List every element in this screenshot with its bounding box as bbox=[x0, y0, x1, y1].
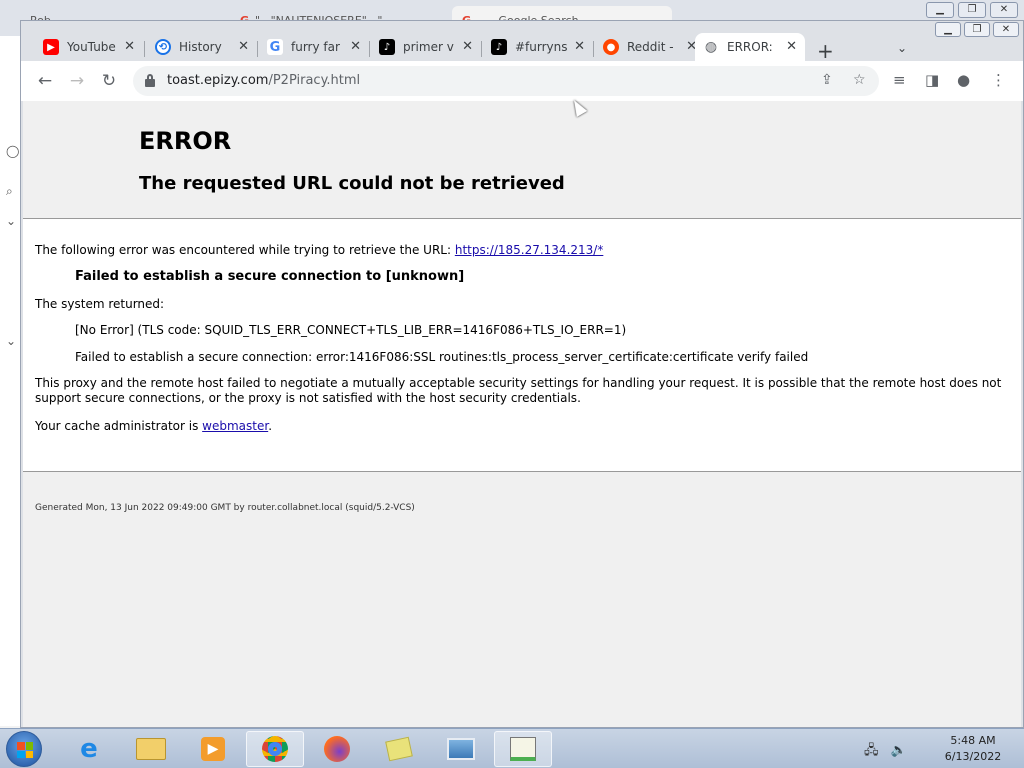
error-code: [No Error] (TLS code: SQUID_TLS_ERR_CONN… bbox=[75, 323, 627, 337]
tab-google-search[interactable]: G furry far ✕ bbox=[259, 33, 369, 61]
close-tab-icon[interactable]: ✕ bbox=[786, 39, 797, 54]
error-header: ERROR The requested URL could not be ret… bbox=[23, 101, 1021, 219]
tab-tiktok-primer[interactable]: ♪ primer v ✕ bbox=[371, 33, 481, 61]
close-tab-icon[interactable]: ✕ bbox=[238, 39, 249, 54]
paint-icon[interactable] bbox=[494, 731, 552, 767]
taskbar: e ▶ 🖧 🔈 5:48 AM 6/13/2022 bbox=[0, 728, 1024, 768]
reading-list-icon[interactable]: ≡ bbox=[893, 71, 906, 89]
page-title: ERROR bbox=[139, 127, 232, 155]
background-window-controls: ▁ ❐ ✕ bbox=[926, 2, 1018, 18]
google-icon: G bbox=[267, 39, 283, 55]
search-icon: ⌕ bbox=[6, 184, 13, 198]
tab-history[interactable]: ⟲ History ✕ bbox=[147, 33, 257, 61]
chrome-icon[interactable] bbox=[246, 731, 304, 767]
restore-button[interactable]: ❐ bbox=[958, 2, 986, 18]
globe-icon: ◍ bbox=[703, 39, 719, 55]
windows-logo-icon bbox=[17, 742, 33, 758]
system-returned-label: The system returned: bbox=[35, 297, 165, 311]
photo-viewer-icon[interactable] bbox=[432, 731, 490, 767]
bookmark-star-icon[interactable]: ☆ bbox=[853, 72, 866, 88]
page-footer: Generated Mon, 13 Jun 2022 09:49:00 GMT … bbox=[35, 503, 415, 513]
page-subtitle: The requested URL could not be retrieved bbox=[139, 173, 565, 194]
lock-icon bbox=[145, 74, 155, 87]
error-detail: Failed to establish a secure connection:… bbox=[75, 350, 809, 364]
browser-window: ▁ ❐ ✕ ▶ YouTube ✕ ⟲ History ✕ G furry fa… bbox=[20, 20, 1024, 728]
tab-youtube[interactable]: ▶ YouTube ✕ bbox=[35, 33, 143, 61]
side-panel-icon[interactable]: ◨ bbox=[925, 71, 939, 89]
firefox-icon[interactable] bbox=[308, 731, 366, 767]
error-explanation: This proxy and the remote host failed to… bbox=[35, 376, 1002, 405]
media-player-icon[interactable]: ▶ bbox=[184, 731, 242, 767]
file-explorer-icon[interactable] bbox=[122, 731, 180, 767]
tab-tiktok-hashtag[interactable]: ♪ #furryns ✕ bbox=[483, 33, 593, 61]
minimize-button[interactable]: ▁ bbox=[926, 2, 954, 18]
chevron-down-icon: ⌄ bbox=[6, 334, 17, 348]
reddit-icon: ● bbox=[603, 39, 619, 55]
close-tab-icon[interactable]: ✕ bbox=[350, 39, 361, 54]
clock[interactable]: 5:48 AM 6/13/2022 bbox=[940, 733, 1006, 765]
clock-date: 6/13/2022 bbox=[944, 750, 1002, 763]
share-icon[interactable]: ⇪ bbox=[821, 72, 833, 88]
system-tray: 🖧 🔈 bbox=[864, 741, 907, 763]
tab-search-button[interactable]: ⌄ bbox=[897, 41, 907, 55]
tiktok-icon: ♪ bbox=[379, 39, 395, 55]
admin-contact: Your cache administrator is webmaster. bbox=[35, 419, 273, 433]
tiktok-icon: ♪ bbox=[491, 39, 507, 55]
history-icon: ⟲ bbox=[155, 39, 171, 55]
start-button[interactable] bbox=[6, 731, 42, 767]
failure-message: Failed to establish a secure connection … bbox=[75, 269, 465, 284]
network-icon[interactable]: 🖧 bbox=[864, 743, 879, 758]
search-icon: ◯ bbox=[6, 144, 20, 158]
volume-icon[interactable]: 🔈 bbox=[891, 743, 907, 758]
close-tab-icon[interactable]: ✕ bbox=[124, 39, 135, 54]
sticky-notes-icon[interactable] bbox=[370, 731, 428, 767]
error-intro: The following error was encountered whil… bbox=[35, 243, 604, 257]
reload-button[interactable]: ↻ bbox=[99, 71, 119, 91]
toolbar: ← → ↻ toast.epizy.com/P2Piracy.html ⇪ ☆ … bbox=[21, 61, 1023, 101]
youtube-icon: ▶ bbox=[43, 39, 59, 55]
background-sidebar: ◯ ⌕ ⌄ ⌄ bbox=[0, 36, 22, 726]
profile-avatar-icon[interactable]: ● bbox=[957, 71, 970, 89]
chevron-down-icon: ⌄ bbox=[6, 214, 17, 228]
address-bar[interactable]: toast.epizy.com/P2Piracy.html ⇪ ☆ bbox=[133, 66, 879, 96]
new-tab-button[interactable]: + bbox=[817, 39, 834, 63]
back-button[interactable]: ← bbox=[35, 71, 55, 91]
webmaster-link[interactable]: webmaster bbox=[202, 419, 268, 433]
close-tab-icon[interactable]: ✕ bbox=[462, 39, 473, 54]
menu-kebab-icon[interactable]: ⋮ bbox=[991, 71, 1006, 89]
tab-error[interactable]: ◍ ERROR: ✕ bbox=[695, 33, 805, 61]
page-viewport: ERROR The requested URL could not be ret… bbox=[23, 101, 1021, 727]
internet-explorer-icon[interactable]: e bbox=[60, 731, 118, 767]
close-tab-icon[interactable]: ✕ bbox=[574, 39, 585, 54]
requested-url-link[interactable]: https://185.27.134.213/* bbox=[455, 243, 603, 257]
tab-strip: ▶ YouTube ✕ ⟲ History ✕ G furry far ✕ ♪ … bbox=[21, 29, 1024, 63]
clock-time: 5:48 AM bbox=[950, 734, 996, 747]
error-body: The following error was encountered whil… bbox=[23, 219, 1021, 472]
url-text[interactable]: toast.epizy.com/P2Piracy.html bbox=[167, 73, 360, 88]
tab-reddit[interactable]: ● Reddit - ✕ bbox=[595, 33, 705, 61]
close-button[interactable]: ✕ bbox=[990, 2, 1018, 18]
forward-button[interactable]: → bbox=[67, 71, 87, 91]
